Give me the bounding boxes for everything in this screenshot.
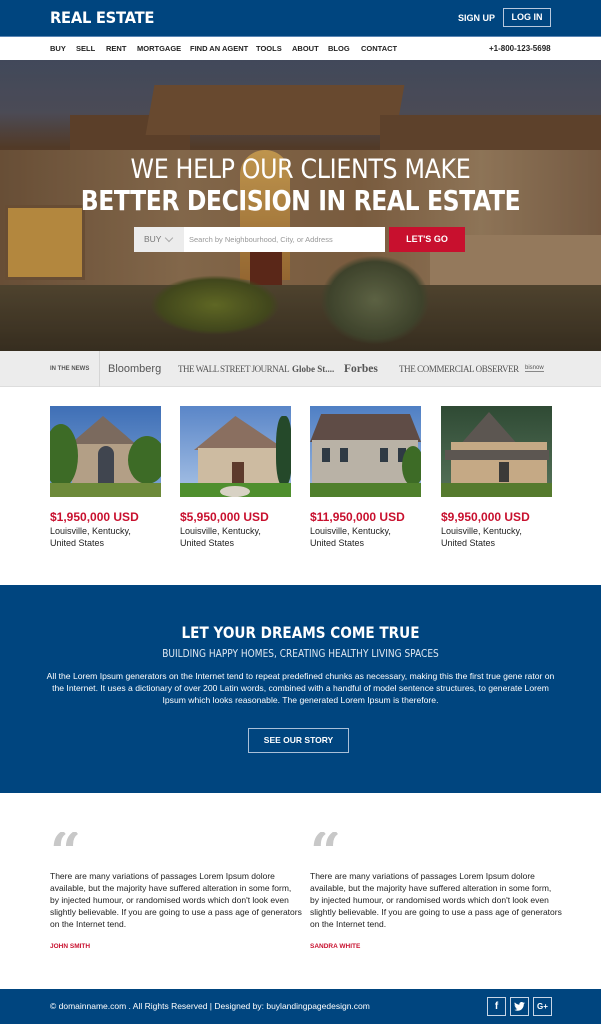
listing-price: $11,950,000 USD: [310, 510, 405, 524]
listing-price: $5,950,000 USD: [180, 510, 269, 524]
listing-card[interactable]: $1,950,000 USD Louisville, Kentucky, Uni…: [50, 406, 161, 549]
listing-location: Louisville, Kentucky, United States: [180, 526, 261, 548]
nav-item-contact[interactable]: CONTACT: [361, 44, 397, 53]
bloomberg-logo: Bloomberg: [108, 363, 162, 375]
nav-item-mortgage[interactable]: MORTGAGE: [137, 44, 181, 53]
globest-logo: Globe St....: [292, 364, 335, 374]
commercial-observer-logo: THE COMMERCIAL OBSERVER: [399, 364, 519, 374]
main-nav: BUY SELL RENT MORTGAGE FIND AN AGENT TOO…: [0, 36, 601, 60]
log-in-button[interactable]: LOG IN: [503, 8, 551, 27]
listing-location: Louisville, Kentucky, United States: [441, 526, 522, 548]
nav-item-sell[interactable]: SELL: [76, 44, 95, 53]
site-logo[interactable]: REAL ESTATE: [50, 8, 154, 27]
listing-photo[interactable]: [180, 406, 291, 497]
property-search-bar: BUY: [134, 227, 385, 252]
bisnow-logo: bisnow: [525, 365, 544, 372]
twitter-icon[interactable]: [510, 997, 529, 1016]
phone-number[interactable]: +1-800-123-5698: [489, 44, 551, 53]
site-footer: © domainname.com . All Rights Reserved |…: [0, 989, 601, 1024]
listing-card[interactable]: $11,950,000 USD Louisville, Kentucky, Un…: [310, 406, 421, 549]
in-the-news-bar: IN THE NEWS Bloomberg THE WALL STREET JO…: [0, 351, 601, 387]
google-plus-icon[interactable]: G+: [533, 997, 552, 1016]
wsj-logo: THE WALL STREET JOURNAL: [178, 364, 290, 374]
divider: [99, 351, 100, 387]
hero-banner: WE HELP OUR CLIENTS MAKE BETTER DECISION…: [0, 60, 601, 351]
top-header: REAL ESTATE SIGN UP LOG IN: [0, 0, 601, 36]
forbes-logo: Forbes: [344, 363, 378, 375]
chevron-down-icon: [164, 233, 174, 243]
testimonial-author: SANDRA WHITE: [310, 943, 361, 950]
listing-price: $9,950,000 USD: [441, 510, 530, 524]
facebook-icon[interactable]: f: [487, 997, 506, 1016]
nav-item-about[interactable]: ABOUT: [292, 44, 319, 53]
listing-photo[interactable]: [50, 406, 161, 497]
nav-item-blog[interactable]: BLOG: [328, 44, 350, 53]
section-body: All the Lorem Ipsum generators on the In…: [46, 671, 555, 705]
testimonial-text: There are many variations of passages Lo…: [310, 871, 562, 929]
testimonial-author: JOHN SMITH: [50, 943, 91, 950]
see-our-story-button[interactable]: SEE OUR STORY: [248, 728, 349, 753]
testimonial: “ There are many variations of passages …: [50, 832, 302, 950]
nav-item-buy[interactable]: BUY: [50, 44, 66, 53]
search-type-select[interactable]: BUY: [134, 227, 184, 252]
listing-price: $1,950,000 USD: [50, 510, 139, 524]
lets-go-button[interactable]: LET'S GO: [389, 227, 465, 252]
copyright-text: © domainname.com . All Rights Reserved |…: [50, 1001, 370, 1011]
listing-photo[interactable]: [310, 406, 421, 497]
in-the-news-label: IN THE NEWS: [50, 366, 90, 372]
nav-item-rent[interactable]: RENT: [106, 44, 126, 53]
quote-icon: “: [310, 832, 562, 860]
hero-heading-line1: WE HELP OUR CLIENTS MAKE: [130, 154, 471, 185]
search-input[interactable]: [184, 227, 385, 252]
quote-icon: “: [50, 832, 302, 860]
nav-item-tools[interactable]: TOOLS: [256, 44, 282, 53]
section-subtitle: BUILDING HAPPY HOMES, CREATING HEALTHY L…: [162, 647, 439, 660]
sign-up-link[interactable]: SIGN UP: [458, 13, 495, 23]
listing-photo[interactable]: [441, 406, 552, 497]
section-title: LET YOUR DREAMS COME TRUE: [181, 623, 420, 642]
search-type-value: BUY: [144, 234, 162, 244]
dreams-section: LET YOUR DREAMS COME TRUE BUILDING HAPPY…: [0, 585, 601, 793]
hero-heading-line2: BETTER DECISION IN REAL ESTATE: [80, 184, 521, 217]
listing-location: Louisville, Kentucky, United States: [50, 526, 131, 548]
listing-location: Louisville, Kentucky, United States: [310, 526, 391, 548]
listing-card[interactable]: $9,950,000 USD Louisville, Kentucky, Uni…: [441, 406, 552, 549]
listing-card[interactable]: $5,950,000 USD Louisville, Kentucky, Uni…: [180, 406, 291, 549]
nav-item-find-agent[interactable]: FIND AN AGENT: [190, 44, 248, 53]
testimonial: “ There are many variations of passages …: [310, 832, 562, 950]
testimonial-text: There are many variations of passages Lo…: [50, 871, 302, 929]
